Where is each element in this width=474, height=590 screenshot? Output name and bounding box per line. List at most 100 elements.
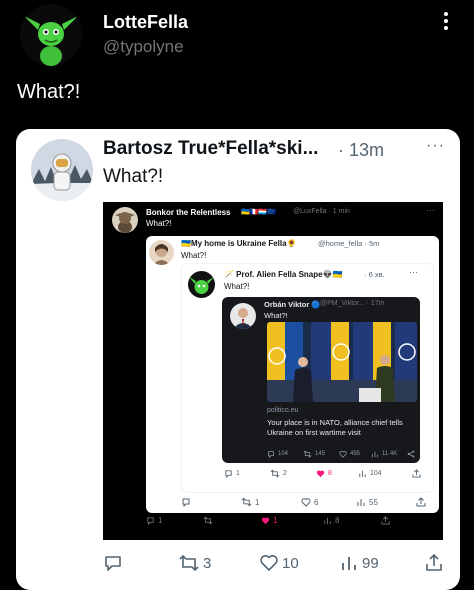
bonkor-view-count: 8	[335, 516, 340, 525]
views-button[interactable]: 99	[339, 553, 379, 573]
home-fella-actions: 1 6 55	[146, 497, 439, 513]
embedded-screenshot: Bonkor the Relentless 🇺🇦🇫🇷🇱🇺🇪🇺 @LuxFella…	[103, 202, 443, 540]
bonkor-views: 8	[323, 516, 339, 525]
share-icon	[416, 497, 426, 507]
retweet-icon	[203, 516, 213, 525]
quoted-text: What?!	[103, 166, 164, 187]
snape-like: 8	[316, 469, 332, 478]
snape-retweet-count: 2	[283, 470, 287, 477]
home-fella-share	[416, 497, 426, 507]
bonkor-reply-count: 1	[158, 516, 163, 525]
share-icon	[426, 553, 442, 571]
reply-icon	[268, 451, 274, 458]
orban-reply-count: 104	[278, 451, 289, 457]
reply-icon	[105, 556, 121, 571]
home-fella-views: 55	[356, 497, 378, 507]
reply-icon	[182, 498, 190, 507]
author-avatar[interactable]	[20, 4, 82, 66]
quoted-timestamp[interactable]: · 13m	[338, 140, 384, 161]
home-fella-handle: @home_fella · 5m	[318, 239, 380, 248]
orban-text: What?!	[264, 311, 288, 320]
retweet-icon	[270, 469, 280, 478]
quoted-more-icon[interactable]: ···	[426, 137, 445, 155]
snape-share	[412, 469, 421, 478]
share-icon	[412, 469, 421, 478]
nested-quote-level2: 🇺🇦My home is Ukraine Fella🌻 @home_fella …	[146, 236, 439, 513]
share-button[interactable]	[424, 553, 444, 573]
home-fella-reply	[181, 497, 191, 507]
orban-view-count: 11.4K	[382, 451, 398, 457]
snape-more-icon: ···	[409, 267, 418, 277]
home-fella-like-count: 6	[314, 497, 319, 507]
snape-retweet: 2	[270, 469, 287, 478]
snape-reply: 1	[224, 469, 240, 478]
orban-like: 495	[339, 450, 360, 458]
orban-avatar	[230, 303, 256, 329]
author-handle[interactable]: @typolyne	[103, 37, 184, 57]
orban-views: 11.4K	[371, 450, 397, 458]
snape-text: What?!	[224, 282, 250, 291]
home-fella-view-count: 55	[369, 497, 378, 507]
like-count: 10	[282, 554, 299, 572]
orban-like-count: 495	[350, 451, 361, 457]
heart-icon	[339, 450, 347, 458]
snape-views: 104	[358, 469, 382, 478]
quoted-post-card[interactable]: Bartosz True*Fella*ski... · 13m ··· What…	[16, 129, 460, 590]
home-fella-retweet: 1	[241, 497, 259, 507]
home-fella-name: 🇺🇦My home is Ukraine Fella🌻	[181, 239, 297, 248]
home-fella-retweet-count: 1	[255, 497, 260, 507]
quoted-author-name[interactable]: Bartosz True*Fella*ski...	[103, 138, 318, 160]
post-text: What?!	[17, 81, 81, 103]
bonkor-avatar	[112, 207, 138, 233]
author-name[interactable]: LotteFella	[103, 12, 188, 33]
snape-like-count: 8	[328, 470, 332, 477]
bonkor-text: What?!	[146, 219, 172, 228]
home-fella-like: 6	[301, 497, 318, 507]
views-icon	[372, 451, 378, 458]
views-icon	[357, 499, 365, 506]
retweet-button[interactable]: 3	[178, 553, 211, 573]
bonkor-name: Bonkor the Relentless	[146, 208, 231, 217]
news-source: politico.eu	[267, 407, 299, 414]
retweet-icon	[241, 497, 252, 507]
snape-view-count: 104	[370, 470, 382, 477]
orban-handle: @PM_Viktor... · 17m	[320, 300, 385, 307]
retweet-icon	[179, 554, 199, 572]
retweet-count: 3	[203, 554, 212, 572]
quoted-author-avatar[interactable]	[31, 139, 93, 201]
reply-icon	[225, 470, 232, 478]
quoted-action-bar: 3 10 99	[16, 549, 460, 579]
share-icon	[407, 450, 415, 458]
view-count: 99	[362, 554, 379, 572]
heart-icon	[301, 498, 311, 507]
bonkor-like: 1	[261, 516, 277, 525]
news-headline: Your place is in NATO, alliance chief te…	[267, 418, 403, 437]
views-icon	[359, 470, 366, 478]
bonkor-like-count: 1	[273, 516, 278, 525]
more-options-icon[interactable]	[440, 10, 452, 32]
heart-filled-icon	[316, 470, 325, 478]
bonkor-more-icon: ···	[426, 205, 435, 215]
bonkor-handle: @LuxFella · 1 min	[293, 208, 350, 215]
bonkor-flags: 🇺🇦🇫🇷🇱🇺🇪🇺	[241, 209, 276, 216]
snape-reply-count: 1	[236, 470, 240, 477]
home-fella-avatar	[149, 240, 174, 265]
news-photo	[267, 322, 417, 402]
retweet-icon	[303, 450, 312, 458]
nested-quote-level4: Orbán Viktor 🔵 @PM_Viktor... · 17m What?…	[222, 297, 420, 463]
like-button[interactable]: 10	[259, 553, 299, 573]
bonkor-reply: 1	[146, 516, 162, 525]
snape-name: 🪄 Prof. Alien Fella Snape👽🇺🇦	[224, 270, 343, 279]
orban-share	[407, 450, 415, 458]
reply-icon	[147, 517, 154, 525]
bonkor-retweet	[203, 516, 213, 525]
views-icon	[324, 517, 331, 525]
reply-button[interactable]	[103, 553, 123, 573]
orban-reply: 104	[267, 450, 288, 458]
nested-quote-level3: 🪄 Prof. Alien Fella Snape👽🇺🇦 · 6 хв. ···…	[181, 263, 434, 493]
heart-filled-icon	[261, 517, 270, 525]
home-fella-text: What?!	[181, 251, 207, 260]
orban-actions: 104 145 495 11.4K	[267, 450, 417, 460]
snape-handle: · 6 хв.	[364, 270, 385, 279]
orban-name: Orbán Viktor 🔵	[264, 300, 321, 309]
